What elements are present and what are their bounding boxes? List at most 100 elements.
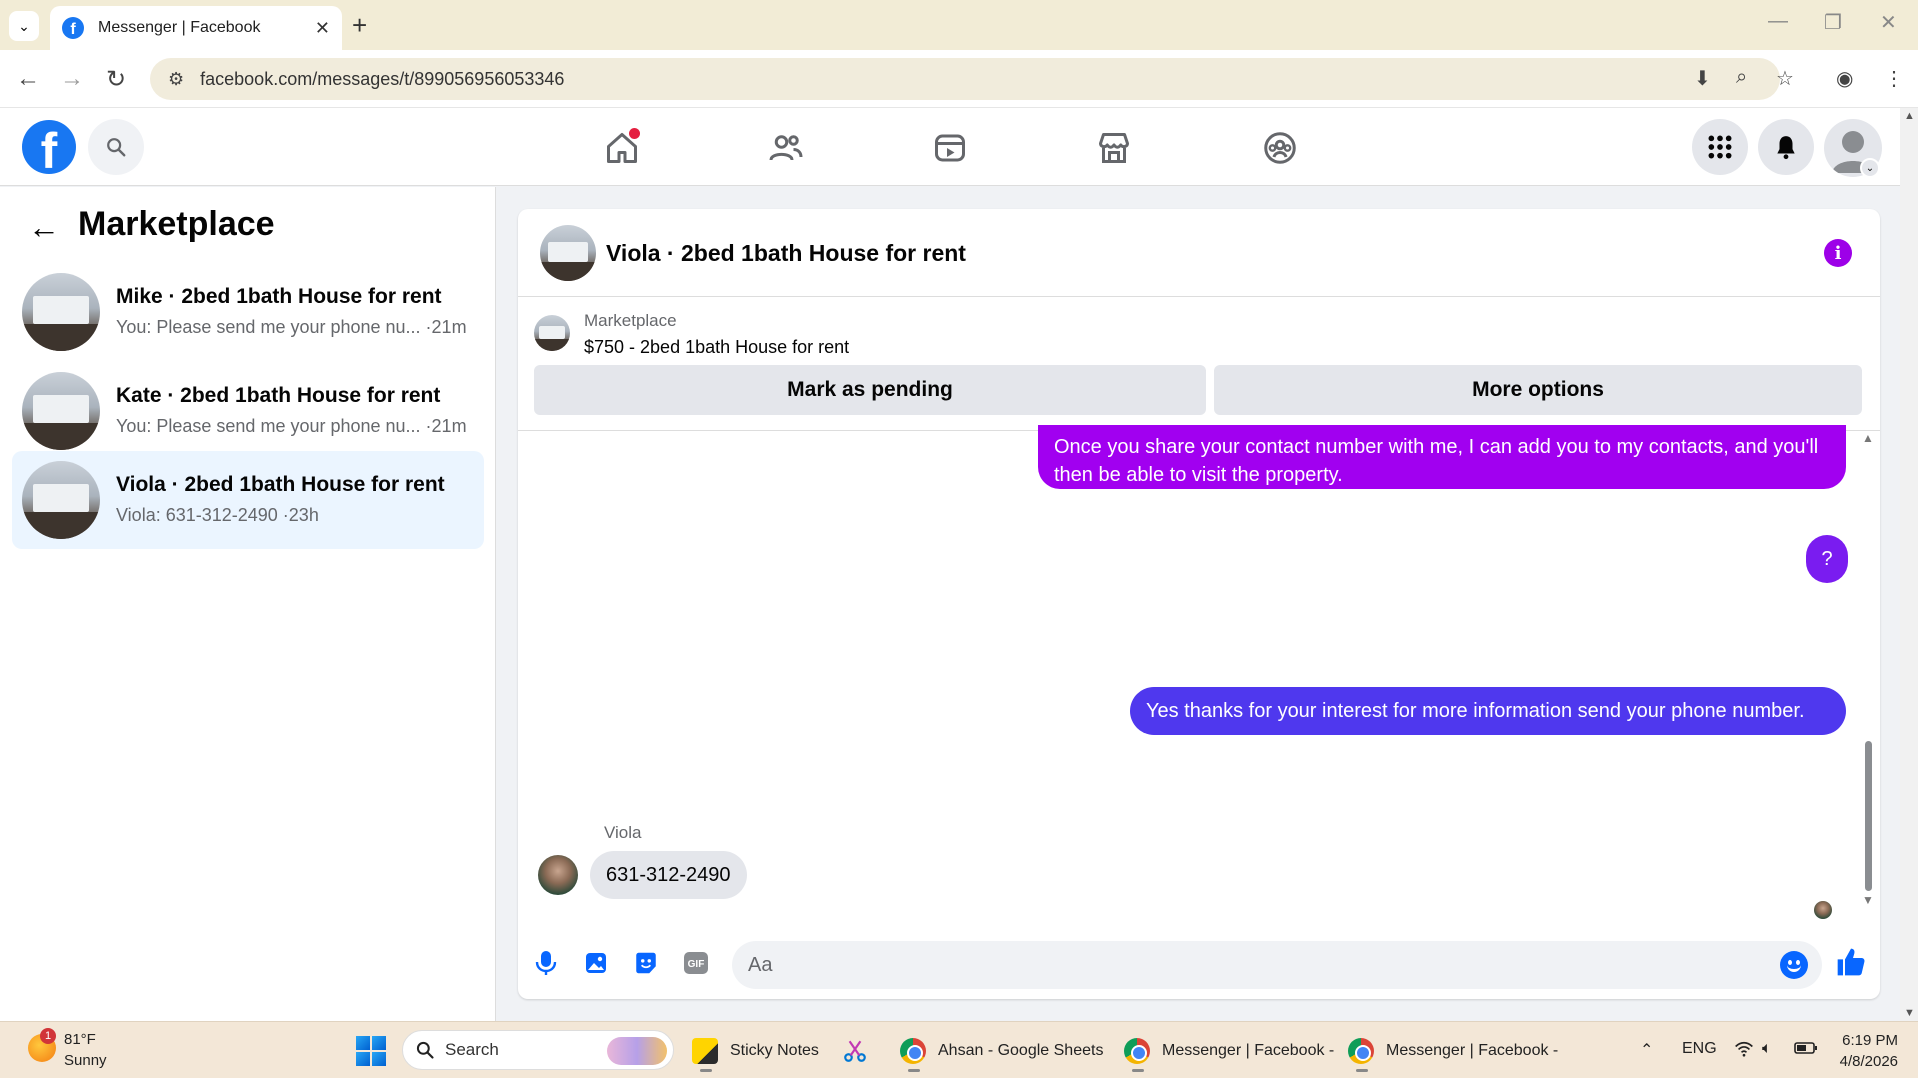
- conversation-name: Mike · 2bed 1bath House for rent: [116, 285, 442, 308]
- message-input[interactable]: Aa: [732, 941, 1822, 989]
- bookmark-star-icon[interactable]: ☆: [1776, 66, 1794, 91]
- tray-overflow-chevron-icon[interactable]: ⌃: [1640, 1040, 1653, 1060]
- menu-kebab-icon[interactable]: ⋮: [1884, 66, 1904, 91]
- message-list: Once you share your contact number with …: [518, 425, 1880, 931]
- like-thumb-icon[interactable]: [1834, 945, 1868, 979]
- clock-time[interactable]: 6:19 PM: [1838, 1032, 1898, 1049]
- message-outgoing[interactable]: Once you share your contact number with …: [1038, 425, 1846, 489]
- page-scroll-down-icon[interactable]: ▼: [1904, 1007, 1915, 1019]
- emoji-icon[interactable]: [1780, 951, 1808, 979]
- taskbar-app-messenger-1[interactable]: Messenger | Facebook -: [1124, 1032, 1335, 1072]
- sidebar-title: Marketplace: [78, 205, 275, 243]
- tab-close-icon[interactable]: ✕: [315, 18, 330, 39]
- listing-thumbnail: [22, 273, 100, 351]
- info-icon[interactable]: i: [1824, 239, 1852, 267]
- scroll-down-arrow-icon[interactable]: ▼: [1862, 893, 1874, 907]
- conversation-snippet: You: Please send me your phone nu... ·21…: [116, 317, 467, 337]
- scroll-up-arrow-icon[interactable]: ▲: [1862, 431, 1874, 445]
- language-indicator[interactable]: ENG: [1682, 1040, 1717, 1058]
- message-composer: GIF Aa: [518, 931, 1880, 999]
- sticker-icon[interactable]: [632, 949, 660, 977]
- chrome-icon: [1124, 1038, 1150, 1072]
- forward-icon[interactable]: →: [60, 65, 84, 93]
- message-outgoing[interactable]: Yes thanks for your interest for more in…: [1130, 687, 1846, 735]
- search-button[interactable]: [88, 119, 144, 175]
- reload-icon[interactable]: ↻: [106, 65, 126, 94]
- minimize-icon[interactable]: —: [1768, 10, 1788, 33]
- address-bar[interactable]: ⚙ facebook.com/messages/t/89905695605334…: [150, 58, 1780, 100]
- sticky-notes-icon: [692, 1038, 718, 1072]
- nav-video[interactable]: [930, 128, 970, 168]
- tab-title: Messenger | Facebook: [98, 19, 261, 36]
- taskbar-app-label: Messenger | Facebook -: [1386, 1042, 1559, 1059]
- mark-as-pending-button[interactable]: Mark as pending: [534, 365, 1206, 415]
- microphone-icon[interactable]: [532, 949, 560, 977]
- page-scroll-up-icon[interactable]: ▲: [1904, 110, 1915, 122]
- taskbar-app-google-sheets[interactable]: Ahsan - Google Sheets: [900, 1032, 1104, 1072]
- gif-icon[interactable]: GIF: [682, 949, 710, 977]
- photo-icon[interactable]: [582, 949, 610, 977]
- nav-marketplace[interactable]: [1094, 128, 1134, 168]
- volume-icon[interactable]: 🔈︎: [1762, 1040, 1772, 1058]
- taskbar-app-messenger-2[interactable]: Messenger | Facebook -: [1348, 1032, 1559, 1072]
- message-incoming[interactable]: 631-312-2490: [590, 851, 747, 899]
- weather-temperature[interactable]: 81°F: [64, 1031, 96, 1048]
- new-tab-plus-icon[interactable]: +: [352, 10, 367, 41]
- weather-badge: 1: [40, 1028, 56, 1044]
- notifications-button[interactable]: [1758, 119, 1814, 175]
- profile-icon[interactable]: ◉: [1836, 66, 1853, 91]
- listing-thumbnail: [22, 461, 100, 539]
- taskbar-app-label: Sticky Notes: [730, 1042, 819, 1059]
- svg-text:GIF: GIF: [688, 959, 705, 970]
- conversation-item-mike[interactable]: Mike · 2bed 1bath House for rent You: Pl…: [12, 263, 484, 361]
- chat-title[interactable]: Viola · 2bed 1bath House for rent: [606, 240, 966, 267]
- listing-banner-thumbnail[interactable]: [534, 315, 570, 351]
- facebook-header: f ⌄: [0, 108, 1900, 186]
- message-outgoing[interactable]: ?: [1806, 535, 1848, 583]
- sender-avatar[interactable]: [538, 855, 578, 895]
- site-settings-icon[interactable]: ⚙: [168, 69, 184, 90]
- conversation-item-viola[interactable]: Viola · 2bed 1bath House for rent Viola:…: [12, 451, 484, 549]
- listing-item[interactable]: $750 - 2bed 1bath House for rent: [584, 337, 849, 358]
- zoom-icon[interactable]: ⌕: [1736, 66, 1747, 89]
- taskbar-app-snipping[interactable]: [842, 1032, 880, 1070]
- tab-list-chevron-icon[interactable]: ⌄: [9, 11, 39, 41]
- clock-date[interactable]: 4/8/2026: [1828, 1053, 1898, 1070]
- menu-button[interactable]: [1692, 119, 1748, 175]
- chat-header: Viola · 2bed 1bath House for rent i: [518, 209, 1880, 297]
- nav-friends[interactable]: [766, 128, 806, 168]
- account-chevron-icon[interactable]: ⌄: [1860, 158, 1880, 178]
- messages-scroll-thumb[interactable]: [1865, 741, 1872, 891]
- browser-tab-bar: ⌄ f Messenger | Facebook ✕ + — ❐ ✕: [0, 0, 1918, 50]
- battery-icon[interactable]: [1794, 1040, 1818, 1061]
- chrome-icon: [1348, 1038, 1374, 1072]
- back-arrow-icon[interactable]: ←: [28, 209, 60, 246]
- windows-start-icon[interactable]: [356, 1036, 386, 1066]
- taskbar-app-label: Messenger | Facebook -: [1162, 1042, 1335, 1059]
- listing-source: Marketplace: [584, 311, 677, 330]
- nav-home[interactable]: [602, 128, 642, 168]
- close-window-icon[interactable]: ✕: [1880, 10, 1897, 35]
- taskbar-search[interactable]: Search: [402, 1030, 674, 1070]
- restore-icon[interactable]: ❐: [1824, 10, 1842, 35]
- taskbar-search-label: Search: [445, 1040, 499, 1059]
- page-scrollbar[interactable]: ▲ ▼: [1900, 108, 1918, 1021]
- back-icon[interactable]: ←: [16, 65, 40, 93]
- listing-thumbnail: [22, 372, 100, 450]
- chat-listing-thumbnail[interactable]: [540, 225, 596, 281]
- install-app-icon[interactable]: ⬇: [1694, 66, 1711, 91]
- more-options-button[interactable]: More options: [1214, 365, 1862, 415]
- taskbar-app-label: Ahsan - Google Sheets: [938, 1042, 1104, 1059]
- taskbar-app-sticky-notes[interactable]: Sticky Notes: [692, 1032, 819, 1072]
- conversation-item-kate[interactable]: Kate · 2bed 1bath House for rent You: Pl…: [12, 362, 484, 460]
- listing-banner: Marketplace $750 - 2bed 1bath House for …: [518, 297, 1880, 431]
- friends-icon: [769, 135, 803, 161]
- windows-taskbar: 1 81°F Sunny Search Sticky Notes Ahsan -…: [0, 1021, 1918, 1078]
- bell-icon: [1777, 136, 1795, 160]
- facebook-logo-icon[interactable]: f: [22, 120, 76, 174]
- nav-groups[interactable]: [1260, 128, 1300, 168]
- search-icon: [416, 1041, 434, 1059]
- browser-tab-active[interactable]: f Messenger | Facebook ✕: [50, 6, 342, 50]
- wifi-icon[interactable]: [1734, 1040, 1754, 1063]
- weather-description[interactable]: Sunny: [64, 1052, 107, 1069]
